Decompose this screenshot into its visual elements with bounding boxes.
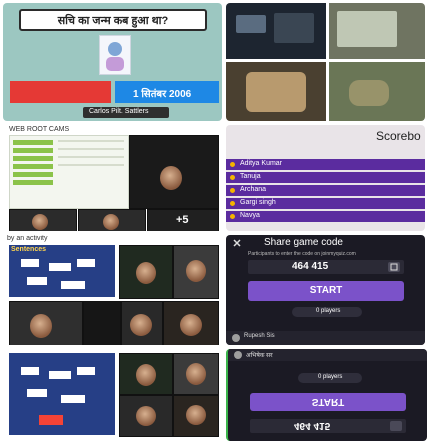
participant-video-tile[interactable] <box>173 353 219 395</box>
host-name: Rupesh Sis <box>244 333 275 339</box>
game-code: 464 415 <box>294 420 331 431</box>
participant-video-tile[interactable] <box>9 301 83 345</box>
share-game-code-panel: Share game code Participants to enter th… <box>226 235 425 345</box>
player-name: Aditya Kumar <box>240 160 283 167</box>
word-cards-board <box>9 353 115 435</box>
game-code: 464 415 <box>292 261 329 272</box>
avatar <box>234 351 242 359</box>
scoreboard-row: Aditya Kumar <box>226 159 425 170</box>
game-code-box: 464 415 <box>250 419 406 433</box>
start-button-label: START <box>309 285 343 296</box>
close-icon[interactable] <box>232 238 242 248</box>
classroom-photo-collage-top <box>226 3 425 121</box>
question-card: सचि का जन्म कब हुआ था? <box>19 9 207 31</box>
answer-option-blue[interactable]: 1 सितंबर 2006 <box>115 81 219 103</box>
participant-video-tile[interactable] <box>173 395 219 437</box>
host-bar: Rupesh Sis <box>226 331 425 345</box>
sentences-tab: Sentences <box>11 246 47 253</box>
outdoor-cat-photo <box>329 62 425 121</box>
participant-cursor-label: Carlos Pilt. Sattlers <box>89 108 149 115</box>
participant-video-tile[interactable] <box>121 301 163 345</box>
word-cards-board: Sentences <box>9 245 115 297</box>
student-writing-photo <box>226 62 326 121</box>
participant-video-tile[interactable] <box>83 301 121 345</box>
scoreboard-row: Navya <box>226 211 425 222</box>
scoreboard-row: Gargi singh <box>226 198 425 209</box>
video-call-panel: WEB ROOT CAMS +5 <box>3 125 222 231</box>
question-text: सचि का जन्म कब हुआ था? <box>57 15 169 27</box>
scoreboard-row: Tanuja <box>226 172 425 183</box>
start-button[interactable]: START <box>250 393 406 411</box>
scoreboard-row: Archana <box>226 185 425 196</box>
laptop-photo <box>329 3 425 59</box>
share-game-code-label: Share game code <box>264 237 343 248</box>
players-pill: 0 players <box>292 307 362 317</box>
answer-option-text: 1 सितंबर 2006 <box>133 89 192 100</box>
host-name: अभिषेक सर <box>246 353 273 359</box>
participant-video-tile[interactable] <box>119 353 173 395</box>
participant-video-tile[interactable]: +5 <box>147 209 219 231</box>
participant-video-tile[interactable] <box>119 395 173 437</box>
share-game-code-panel-mirrored: अभिषेक सर 0 players START 464 415 <box>226 349 427 441</box>
phone-screen-photo <box>226 3 326 59</box>
participant-video-tile[interactable] <box>163 301 219 345</box>
player-name: Tanuja <box>240 173 261 180</box>
start-button-label: START <box>311 396 345 407</box>
activity-video-panel: by an activity Sentences <box>3 235 222 345</box>
answer-option-red[interactable] <box>10 81 111 103</box>
participant-video-tile[interactable] <box>78 209 146 231</box>
game-code-box: 464 415 <box>248 260 404 274</box>
activity-header: by an activity <box>7 235 48 242</box>
avatar <box>232 334 240 342</box>
more-participants-count: +5 <box>176 214 189 226</box>
person-portrait-icon <box>106 42 124 71</box>
copy-icon[interactable] <box>388 262 400 272</box>
quiz-question-panel: सचि का जन्म कब हुआ था? 1 सितंबर 2006 Car… <box>3 3 222 121</box>
scoreboard-panel: Scorebo Aditya Kumar Tanuja Archana Garg… <box>226 125 425 231</box>
video-call-header: WEB ROOT CAMS <box>9 126 70 133</box>
players-count: 0 players <box>316 308 341 314</box>
player-name: Gargi singh <box>240 199 276 206</box>
participant-video-tile[interactable] <box>119 245 173 299</box>
question-image <box>99 35 131 75</box>
start-button[interactable]: START <box>248 281 404 301</box>
player-name: Archana <box>240 186 267 193</box>
participant-cursor-bar: Carlos Pilt. Sattlers <box>83 107 169 118</box>
shared-spreadsheet <box>9 135 129 209</box>
scoreboard-title: Scorebo <box>376 129 421 143</box>
players-pill: 0 players <box>298 373 362 383</box>
copy-icon[interactable] <box>390 421 402 431</box>
activity-video-panel-bottom <box>3 349 222 441</box>
participant-video-tile[interactable] <box>9 209 77 231</box>
host-bar: अभिषेक सर <box>228 349 427 361</box>
participant-video-main[interactable] <box>129 135 219 209</box>
participant-video-tile[interactable] <box>173 245 219 299</box>
player-name: Navya <box>240 212 260 219</box>
join-instructions: Participants to enter the code on joinmy… <box>248 251 356 257</box>
players-count: 0 players <box>318 374 343 380</box>
